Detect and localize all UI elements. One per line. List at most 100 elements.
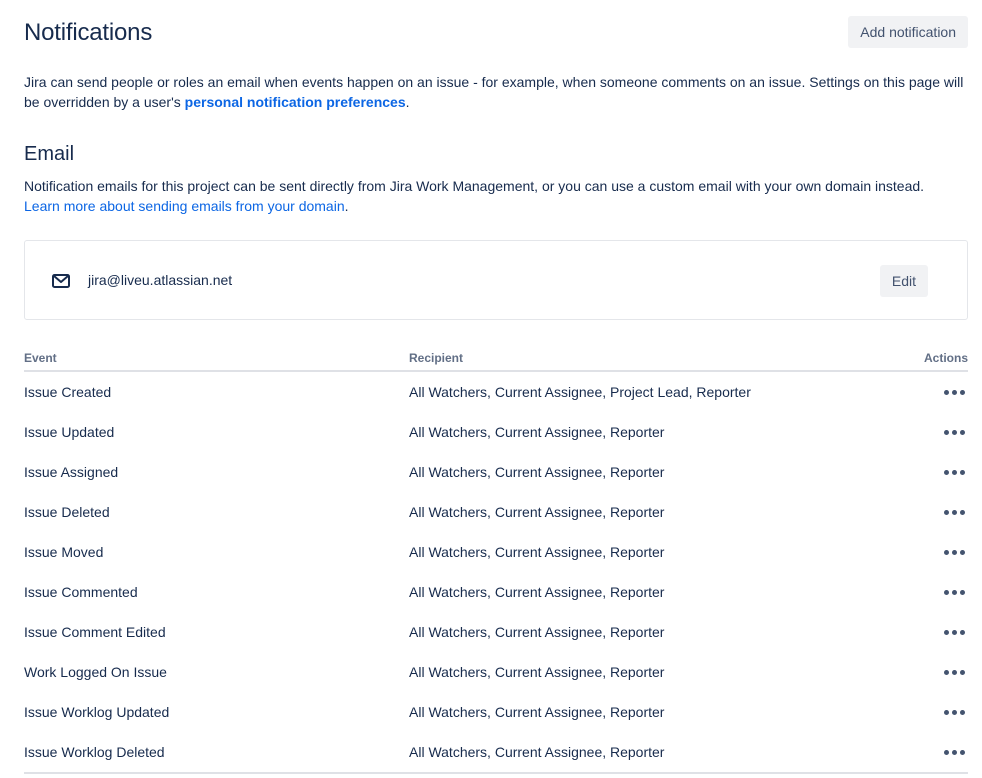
event-cell: Issue Created [24, 384, 112, 400]
more-icon-dot [943, 629, 949, 635]
more-icon-dot [943, 509, 949, 515]
recipient-cell: All Watchers, Current Assignee, Reporter [409, 504, 665, 520]
actions-cell [879, 452, 968, 492]
more-icon-dot [959, 709, 965, 715]
table-row: Issue Commented All Watchers, Current Ass… [24, 572, 968, 612]
more-icon [943, 469, 965, 475]
more-icon-dot [951, 509, 957, 515]
more-icon-dot [951, 389, 957, 395]
actions-cell [879, 732, 968, 774]
more-actions-button[interactable] [934, 738, 974, 766]
more-icon [943, 429, 965, 435]
event-cell: Issue Comment Edited [24, 624, 166, 640]
actions-cell [879, 412, 968, 452]
more-icon-dot [951, 749, 957, 755]
event-cell: Issue Commented [24, 584, 138, 600]
more-icon-dot [951, 709, 957, 715]
recipient-cell: All Watchers, Current Assignee, Reporter [409, 664, 665, 680]
more-icon-dot [951, 429, 957, 435]
more-actions-button[interactable] [934, 458, 974, 486]
table-row: Issue Created All Watchers, Current Assig… [24, 371, 968, 412]
more-icon [943, 549, 965, 555]
more-icon [943, 389, 965, 395]
email-description-body: Notification emails for this project can… [24, 178, 925, 194]
more-actions-button[interactable] [934, 658, 974, 686]
table-row: Issue Moved All Watchers, Current Assigne… [24, 532, 968, 572]
actions-cell [879, 692, 968, 732]
more-icon-dot [959, 629, 965, 635]
more-icon-dot [951, 589, 957, 595]
more-icon [943, 709, 965, 715]
learn-more-custom-email-link[interactable]: Learn more about sending emails from you… [24, 198, 345, 214]
table-row: Issue Worklog Deleted All Watchers, Curre… [24, 732, 968, 774]
table-row: Issue Assigned All Watchers, Current Assi… [24, 452, 968, 492]
table-header-row: Event Recipient Actions [24, 346, 968, 372]
table-body: Issue Created All Watchers, Current Assig… [24, 371, 968, 774]
actions-cell [879, 492, 968, 532]
more-actions-button[interactable] [934, 498, 974, 526]
more-actions-button[interactable] [934, 538, 974, 566]
more-actions-button[interactable] [934, 618, 974, 646]
more-icon-dot [951, 469, 957, 475]
event-cell: Issue Deleted [24, 504, 110, 520]
recipient-cell: All Watchers, Current Assignee, Reporter [409, 704, 665, 720]
actions-cell [879, 532, 968, 572]
email-description: Notification emails for this project can… [24, 176, 968, 216]
more-icon-dot [959, 389, 965, 395]
more-icon-dot [959, 429, 965, 435]
actions-cell [879, 652, 968, 692]
more-actions-button[interactable] [934, 698, 974, 726]
edit-email-button[interactable]: Edit [879, 265, 928, 297]
table-row: Issue Worklog Updated All Watchers, Curre… [24, 692, 968, 732]
more-icon [943, 629, 965, 635]
personal-notification-preferences-link[interactable]: personal notification preferences [185, 94, 406, 110]
actions-cell [879, 371, 968, 412]
more-icon-dot [951, 549, 957, 555]
recipient-cell: All Watchers, Current Assignee, Reporter [409, 464, 665, 480]
column-header-actions: Actions [879, 346, 968, 372]
email-link-suffix: . [344, 198, 349, 214]
page-title: Notifications [24, 19, 153, 46]
more-actions-button[interactable] [934, 378, 974, 406]
more-icon [943, 589, 965, 595]
column-header-recipient: Recipient [409, 346, 879, 372]
more-icon-dot [959, 549, 965, 555]
more-icon-dot [943, 549, 949, 555]
more-icon-dot [943, 469, 949, 475]
more-icon-dot [951, 629, 957, 635]
more-actions-button[interactable] [934, 578, 974, 606]
actions-cell [879, 572, 968, 612]
notifications-page: Notifications Add notification Jira can … [24, 0, 968, 774]
recipient-cell: All Watchers, Current Assignee, Reporter [409, 424, 665, 440]
actions-cell [879, 612, 968, 652]
more-icon-dot [959, 749, 965, 755]
table-row: Work Logged On Issue All Watchers, Curren… [24, 652, 968, 692]
event-cell: Issue Worklog Deleted [24, 732, 409, 774]
email-section-title: Email [24, 143, 75, 165]
more-icon-dot [943, 589, 949, 595]
recipient-cell: All Watchers, Current Assignee, Project … [409, 384, 751, 400]
more-icon [943, 509, 965, 515]
recipient-cell: All Watchers, Current Assignee, Reporter [409, 624, 665, 640]
page-header: Notifications Add notification [24, 0, 968, 62]
more-icon-dot [959, 589, 965, 595]
recipient-cell: All Watchers, Current Assignee, Reporter [409, 732, 879, 774]
more-icon-dot [943, 709, 949, 715]
event-cell: Work Logged On Issue [24, 664, 167, 680]
notifications-table: Event Recipient Actions Issue Created All… [24, 346, 968, 774]
more-icon [943, 669, 965, 675]
more-icon-dot [951, 669, 957, 675]
more-icon [943, 749, 965, 755]
event-cell: Issue Updated [24, 424, 115, 440]
more-actions-button[interactable] [934, 418, 974, 446]
event-cell: Issue Moved [24, 544, 104, 560]
mail-icon [52, 274, 70, 288]
more-icon-dot [959, 669, 965, 675]
email-sender-card: jira@liveu.atlassian.net Edit [24, 240, 968, 320]
more-icon-dot [959, 469, 965, 475]
add-notification-button[interactable]: Add notification [848, 16, 968, 48]
event-cell: Issue Worklog Updated [24, 704, 170, 720]
more-icon-dot [943, 429, 949, 435]
recipient-cell: All Watchers, Current Assignee, Reporter [409, 584, 665, 600]
intro-text: Jira can send people or roles an email w… [24, 72, 968, 112]
